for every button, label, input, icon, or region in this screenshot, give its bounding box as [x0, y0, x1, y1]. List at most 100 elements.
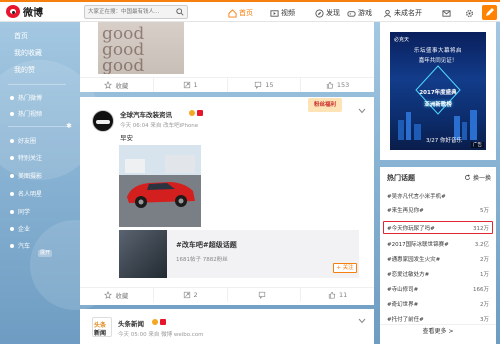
- hot-topic-keyword: #恋爱过敏处方#: [387, 272, 430, 278]
- like-button[interactable]: 153: [300, 78, 374, 92]
- favorite-button[interactable]: 收藏: [80, 78, 153, 92]
- nav-settings[interactable]: [465, 6, 474, 20]
- hot-topic-item[interactable]: #吴亦凡代言小米手机#: [387, 190, 491, 202]
- nav-home[interactable]: 首页: [228, 6, 253, 20]
- verified-badge-icon: [189, 110, 195, 116]
- ad-banner[interactable]: 必克天 乐坛盛事大幕将启 嘉年共同见证！ 2017年度盛典 亚洲新歌榜 3/27…: [390, 32, 486, 150]
- like-button[interactable]: 11: [300, 288, 374, 302]
- topic-card[interactable]: #改车吧#超级话题 1681帖子 7882粉丝 + 关注: [119, 230, 359, 278]
- sidebar-item-label: 热门微博: [18, 95, 43, 102]
- home-icon: [228, 8, 237, 18]
- hot-topic-keyword: #奇幻世界#: [387, 302, 419, 308]
- video-icon: [270, 9, 279, 17]
- search-icon[interactable]: [176, 8, 184, 16]
- weibo-eye-icon: [6, 5, 20, 18]
- hot-topic-count: 2万: [480, 257, 489, 263]
- comment-icon: [259, 291, 266, 299]
- comment-button[interactable]: 15: [226, 78, 301, 92]
- thumbs-up-icon: [326, 81, 334, 89]
- avatar[interactable]: 头条 新闻: [92, 317, 112, 337]
- post-author[interactable]: 头条新闻: [118, 318, 144, 328]
- pencil-icon: [486, 8, 494, 16]
- chevron-down-icon[interactable]: [358, 108, 366, 114]
- compose-button[interactable]: [482, 5, 497, 20]
- sidebar-expand-button[interactable]: 展开: [38, 250, 52, 257]
- hot-topics-title: 热门话题: [387, 174, 415, 182]
- topic-title[interactable]: #改车吧#超级话题: [176, 240, 237, 250]
- comment-button[interactable]: [226, 288, 301, 302]
- hot-topic-item[interactable]: #2017国际冰联世锦赛# 3.2亿: [387, 238, 491, 250]
- favorite-label: 收藏: [115, 292, 129, 300]
- sidebar-item-favorites[interactable]: 我的收藏: [14, 48, 42, 58]
- group-dot-icon: [10, 173, 14, 178]
- sidebar-item-home[interactable]: 首页: [14, 31, 28, 41]
- sidebar-item-label: 汽车: [18, 243, 31, 250]
- favorite-button[interactable]: 收藏: [80, 288, 153, 302]
- like-count: 153: [336, 81, 350, 89]
- hot-topic-keyword: #今天你玩尿了吗#: [387, 226, 435, 232]
- sidebar-group-classmates[interactable]: 同学: [10, 207, 30, 216]
- ad-label: 广告: [471, 142, 484, 148]
- search-input[interactable]: [85, 6, 173, 18]
- hot-topic-keyword: #通惠家园发生火灾#: [387, 257, 441, 263]
- avatar[interactable]: [92, 110, 114, 132]
- hot-topic-item[interactable]: #恋爱过敏处方# 1万: [387, 268, 491, 280]
- chevron-down-icon[interactable]: [358, 318, 366, 324]
- hot-topic-count: 166万: [473, 287, 489, 293]
- sidebar-group-photo[interactable]: 美图摄影: [10, 171, 42, 180]
- sidebar-settings-icon[interactable]: ✱: [66, 122, 73, 130]
- hot-topic-item[interactable]: #寺山修司# 166万: [387, 283, 491, 295]
- hot-topic-keyword: #寺山修司#: [387, 287, 419, 293]
- sidebar-item-label: 好友圈: [18, 138, 37, 145]
- comment-icon: [255, 81, 262, 89]
- post-actions: 收藏 2 11: [80, 287, 374, 302]
- promo-banner[interactable]: 粉丝福利: [308, 98, 342, 112]
- hot-topic-item[interactable]: #奇幻世界# 2万: [387, 298, 491, 310]
- compass-icon: [315, 8, 324, 18]
- view-more-link[interactable]: 查看更多 >: [380, 324, 496, 338]
- gamepad-icon: [347, 10, 356, 17]
- refresh-button[interactable]: 换一换: [464, 173, 491, 182]
- nav-messages[interactable]: [442, 6, 451, 20]
- feed-card: good good good 收藏 1 15 153: [80, 22, 374, 92]
- group-dot-icon: [10, 155, 14, 160]
- thumbs-up-icon: [328, 291, 336, 299]
- group-dot-icon: [10, 209, 14, 214]
- comment-count: 15: [265, 81, 274, 89]
- sidebar-item-label: 名人明星: [18, 191, 43, 198]
- topic-stats: 1681帖子 7882粉丝: [176, 257, 228, 263]
- repost-count: 2: [193, 291, 198, 299]
- hot-topic-item[interactable]: #通惠家园发生火灾# 2万: [387, 253, 491, 265]
- post-image[interactable]: good good good: [98, 22, 184, 74]
- repost-button[interactable]: 2: [152, 288, 227, 302]
- post-author[interactable]: 全球汽车改装资讯: [120, 109, 172, 119]
- nav-video[interactable]: 视频: [270, 6, 295, 20]
- sidebar-item-likes[interactable]: 我的赞: [14, 65, 35, 75]
- sidebar-group-special[interactable]: 特别关注: [10, 153, 42, 162]
- post-meta: 今天 05:00 来自 微博 weibo.com: [118, 332, 204, 338]
- post-image[interactable]: [119, 145, 201, 227]
- sidebar-item-hot-weibo[interactable]: 热门微博: [10, 93, 42, 102]
- weibo-logo[interactable]: 微博: [6, 4, 43, 19]
- post-meta: 今天 06:04 来自 改车吧iPhone: [120, 123, 199, 129]
- hot-topic-item[interactable]: #来生再见你# 5万: [387, 204, 491, 216]
- left-sidebar: 首页 我的收藏 我的赞 热门微博 热门视频 ✱ 好友圈 特别关注 美图摄影 名人…: [0, 22, 74, 344]
- sidebar-group-celebrity[interactable]: 名人明星: [10, 189, 42, 198]
- hot-topic-keyword: #吴亦凡代言小米手机#: [387, 194, 446, 200]
- hot-topic-item[interactable]: #今天你玩尿了吗# 312万: [387, 222, 491, 234]
- nav-game[interactable]: 游戏: [347, 6, 372, 20]
- user-icon: [383, 9, 392, 17]
- sidebar-group-cars[interactable]: 汽车: [10, 241, 30, 250]
- fire-icon: [10, 95, 14, 100]
- repost-button[interactable]: 1: [152, 78, 227, 92]
- group-dot-icon: [10, 138, 14, 143]
- ad-panel: 必克天 乐坛盛事大幕将启 嘉年共同见证！ 2017年度盛典 亚洲新歌榜 3/27…: [380, 22, 496, 160]
- refresh-label: 换一换: [473, 175, 492, 182]
- sidebar-item-hot-video[interactable]: 热门视频: [10, 109, 42, 118]
- sidebar-group-friends[interactable]: 好友圈: [10, 136, 36, 145]
- follow-button[interactable]: + 关注: [333, 263, 357, 273]
- nav-discover[interactable]: 发现: [315, 6, 340, 20]
- sidebar-group-company[interactable]: 企业: [10, 224, 30, 233]
- favorite-label: 收藏: [115, 82, 129, 90]
- nav-user[interactable]: 未成名开: [383, 6, 422, 20]
